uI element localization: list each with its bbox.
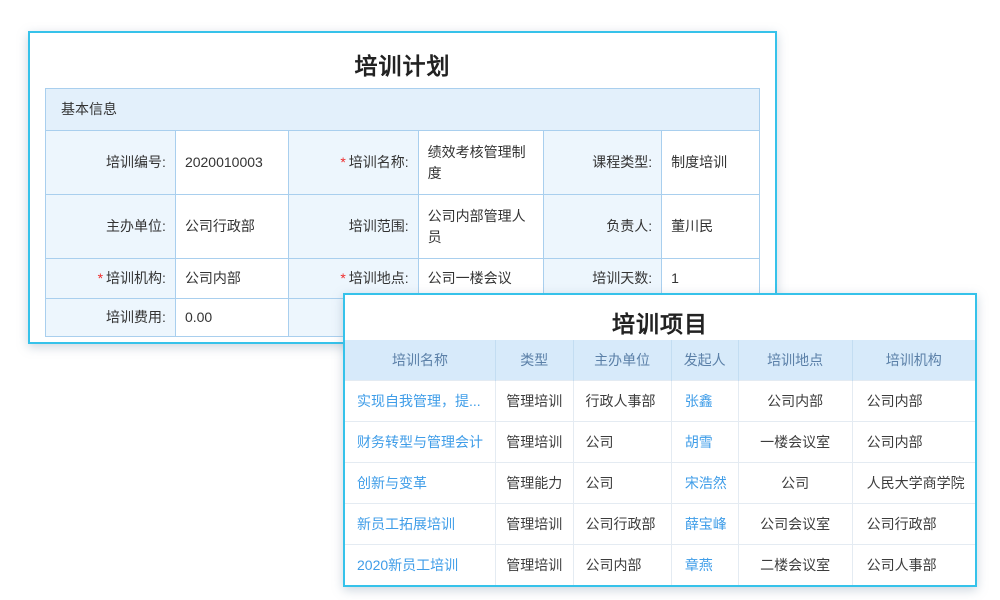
- host-unit-cell: 公司: [573, 462, 671, 503]
- column-header-initiator: 发起人: [671, 340, 738, 380]
- label-text: 培训费用:: [106, 309, 166, 325]
- training-name-link[interactable]: 2020新员工培训: [345, 544, 496, 585]
- value-training-scope: 公司内部管理人员: [418, 195, 544, 259]
- initiator-link[interactable]: 胡雪: [671, 421, 738, 462]
- training-name-link[interactable]: 财务转型与管理会计: [345, 421, 496, 462]
- label-text: 培训名称:: [349, 154, 409, 170]
- label-person-in-charge: 负责人:: [544, 195, 662, 259]
- label-host-unit: 主办单位:: [46, 195, 176, 259]
- table-row: 新员工拓展培训 管理培训 公司行政部 薛宝峰 公司会议室 公司行政部: [345, 503, 975, 544]
- type-cell: 管理培训: [496, 421, 573, 462]
- column-header-training-name: 培训名称: [345, 340, 496, 380]
- form-row-1: 培训编号: 2020010003 *培训名称: 绩效考核管理制度 课程类型: 制…: [46, 131, 760, 195]
- training-name-link[interactable]: 新员工拓展培训: [345, 503, 496, 544]
- required-asterisk: *: [98, 270, 103, 286]
- initiator-link[interactable]: 宋浩然: [671, 462, 738, 503]
- value-course-type: 制度培训: [662, 131, 760, 195]
- section-header-basic-info: 基本信息: [46, 89, 760, 131]
- host-unit-cell: 行政人事部: [573, 380, 671, 421]
- column-header-host-unit: 主办单位: [573, 340, 671, 380]
- label-text: 负责人:: [606, 218, 652, 234]
- label-text: 课程类型:: [592, 154, 652, 170]
- organization-cell: 公司行政部: [852, 503, 975, 544]
- value-training-number: 2020010003: [175, 131, 288, 195]
- value-training-org: 公司内部: [175, 259, 288, 299]
- table-row: 创新与变革 管理能力 公司 宋浩然 公司 人民大学商学院: [345, 462, 975, 503]
- table-row: 2020新员工培训 管理培训 公司内部 章燕 二楼会议室 公司人事部: [345, 544, 975, 585]
- training-projects-table: 培训名称 类型 主办单位 发起人 培训地点 培训机构 实现自我管理，提... 管…: [345, 340, 975, 585]
- value-training-name: 绩效考核管理制度: [418, 131, 544, 195]
- column-header-organization: 培训机构: [852, 340, 975, 380]
- column-header-type: 类型: [496, 340, 573, 380]
- label-text: 培训地点:: [349, 270, 409, 286]
- type-cell: 管理培训: [496, 544, 573, 585]
- type-cell: 管理培训: [496, 503, 573, 544]
- organization-cell: 人民大学商学院: [852, 462, 975, 503]
- value-host-unit: 公司行政部: [175, 195, 288, 259]
- required-asterisk: *: [340, 270, 345, 286]
- value-training-fee: 0.00: [175, 299, 288, 337]
- label-training-number: 培训编号:: [46, 131, 176, 195]
- location-cell: 公司会议室: [738, 503, 852, 544]
- table-row: 财务转型与管理会计 管理培训 公司 胡雪 一楼会议室 公司内部: [345, 421, 975, 462]
- label-course-type: 课程类型:: [544, 131, 662, 195]
- type-cell: 管理培训: [496, 380, 573, 421]
- location-cell: 一楼会议室: [738, 421, 852, 462]
- initiator-link[interactable]: 张鑫: [671, 380, 738, 421]
- value-text: 公司内部管理人员: [428, 206, 528, 247]
- table-header-row: 培训名称 类型 主办单位 发起人 培训地点 培训机构: [345, 340, 975, 380]
- location-cell: 二楼会议室: [738, 544, 852, 585]
- form-row-2: 主办单位: 公司行政部 培训范围: 公司内部管理人员 负责人: 董川民: [46, 195, 760, 259]
- value-person-in-charge: 董川民: [662, 195, 760, 259]
- column-header-location: 培训地点: [738, 340, 852, 380]
- label-training-org: *培训机构:: [46, 259, 176, 299]
- host-unit-cell: 公司行政部: [573, 503, 671, 544]
- form-section-row: 基本信息: [46, 89, 760, 131]
- label-text: 培训编号:: [106, 154, 166, 170]
- label-training-scope: 培训范围:: [288, 195, 418, 259]
- training-name-link[interactable]: 实现自我管理，提...: [345, 380, 496, 421]
- table-row: 实现自我管理，提... 管理培训 行政人事部 张鑫 公司内部 公司内部: [345, 380, 975, 421]
- training-projects-title: 培训项目: [345, 295, 975, 340]
- location-cell: 公司内部: [738, 380, 852, 421]
- organization-cell: 公司人事部: [852, 544, 975, 585]
- organization-cell: 公司内部: [852, 421, 975, 462]
- label-text: 培训机构:: [106, 270, 166, 286]
- organization-cell: 公司内部: [852, 380, 975, 421]
- training-name-link[interactable]: 创新与变革: [345, 462, 496, 503]
- page: 培训计划 基本信息 培训编号: 2020010003 *培训名称: 绩效考核管理…: [0, 0, 1000, 600]
- label-text: 主办单位:: [106, 218, 166, 234]
- host-unit-cell: 公司内部: [573, 544, 671, 585]
- training-projects-panel: 培训项目 培训名称 类型 主办单位 发起人 培训地点 培训机构 实现自我管理，提…: [343, 293, 977, 587]
- type-cell: 管理能力: [496, 462, 573, 503]
- location-cell: 公司: [738, 462, 852, 503]
- value-text: 绩效考核管理制度: [428, 142, 528, 183]
- initiator-link[interactable]: 薛宝峰: [671, 503, 738, 544]
- initiator-link[interactable]: 章燕: [671, 544, 738, 585]
- label-text: 培训范围:: [349, 218, 409, 234]
- label-text: 培训天数:: [592, 270, 652, 286]
- label-training-fee: 培训费用:: [46, 299, 176, 337]
- host-unit-cell: 公司: [573, 421, 671, 462]
- training-plan-title: 培训计划: [30, 33, 775, 88]
- required-asterisk: *: [340, 154, 345, 170]
- label-training-name: *培训名称:: [288, 131, 418, 195]
